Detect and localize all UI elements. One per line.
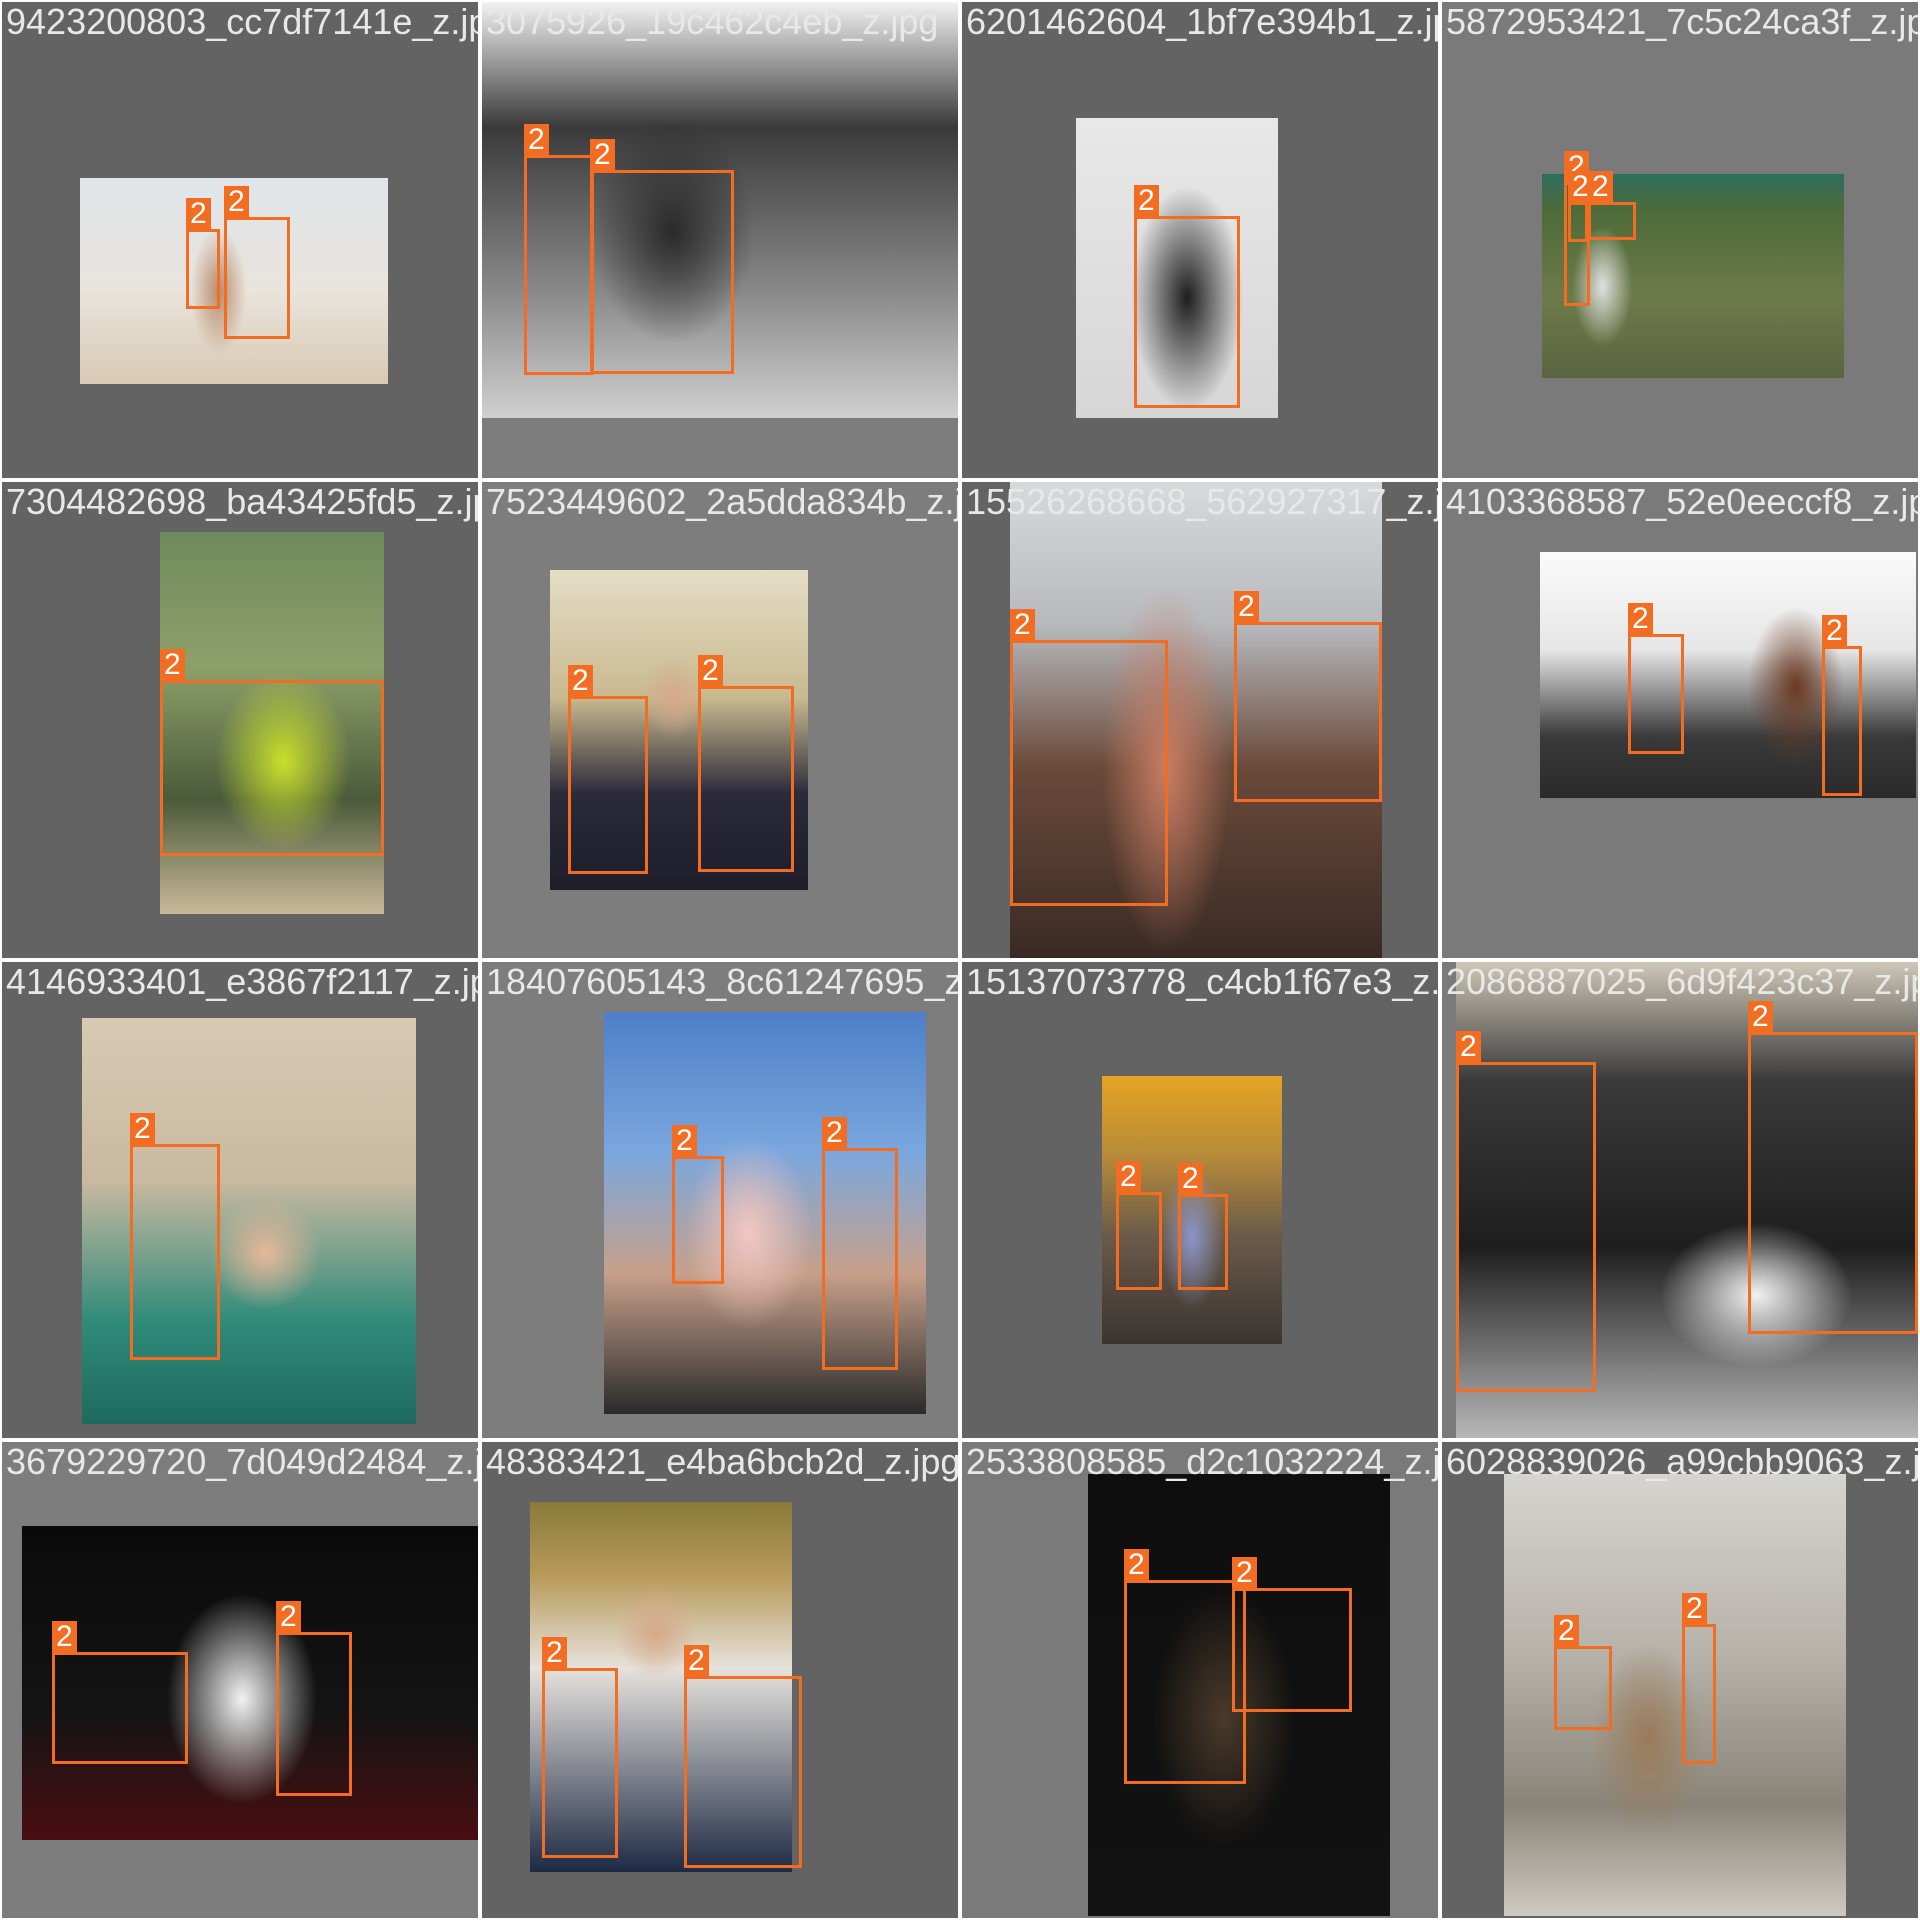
box-label: 2 [1178,1163,1203,1195]
detection-box: 2 [1568,171,1593,242]
image-caption: 15137073778_c4cb1f67e3_z.jpg [966,962,1438,1002]
box-label: 2 [672,1125,697,1157]
detection-box: 2 [1628,603,1684,754]
detection-box: 2 [672,1125,724,1284]
detection-box: 2 [1588,171,1636,240]
tile-3: 2 6201462604_1bf7e394b1_z.jpg [962,2,1438,478]
tile-9: 2 4146933401_e3867f2117_z.jpg [2,962,478,1438]
detection-box: 2 [1682,1593,1716,1764]
box-label: 2 [160,649,185,681]
detection-box: 2 [590,139,734,374]
detection-box: 2 [224,186,290,339]
tile-10: 2 2 18407605143_8c61247695_z.jpg [482,962,958,1438]
detection-box: 2 [1748,1001,1918,1334]
tile-13: 2 2 3679229720_7d049d2484_z.jpg [2,1442,478,1918]
tile-4: 2 2 2 5872953421_7c5c24ca3f_z.jpg [1442,2,1918,478]
tile-8: 2 2 4103368587_52e0eeccf8_z.jpg [1442,482,1918,958]
image-caption: 3679229720_7d049d2484_z.jpg [6,1442,478,1482]
detection-box: 2 [1822,615,1862,796]
detection-box: 2 [542,1637,618,1858]
image-caption: 4103368587_52e0eeccf8_z.jpg [1446,482,1918,522]
tile-11: 2 2 15137073778_c4cb1f67e3_z.jpg [962,962,1438,1438]
box-label: 2 [684,1645,709,1677]
image-caption: 15526268668_562927317_z.jpg [966,482,1438,522]
box-label: 2 [186,198,211,230]
box-label: 2 [590,139,615,171]
image-caption: 2086887025_6d9f423c37_z.jpg [1446,962,1918,1002]
image-caption: 3075926_19c462c4eb_z.jpg [486,2,939,42]
box-label: 2 [1124,1549,1149,1581]
detection-box: 2 [568,665,648,874]
detection-box: 2 [1554,1615,1612,1730]
detection-box: 2 [1134,185,1240,408]
detection-box: 2 [1232,1557,1352,1712]
image-caption: 7304482698_ba43425fd5_z.jpg [6,482,478,522]
tile-12: 2 2 2086887025_6d9f423c37_z.jpg [1442,962,1918,1438]
detection-box: 2 [1234,591,1382,802]
box-label: 2 [524,124,549,156]
tile-14: 2 2 48383421_e4ba6bcb2d_z.jpg [482,1442,958,1918]
box-label: 2 [1588,171,1613,203]
box-label: 2 [1456,1031,1481,1063]
image-caption: 6028839026_a99cbb9063_z.jpg [1446,1442,1918,1482]
box-label: 2 [1116,1161,1141,1193]
box-label: 2 [822,1117,847,1149]
tile-1: 2 2 9423200803_cc7df7141e_z.jpg [2,2,478,478]
mosaic-grid: 2 2 9423200803_cc7df7141e_z.jpg 2 2 3075… [0,0,1920,1920]
detection-box: 2 [684,1645,802,1868]
box-label: 2 [568,665,593,697]
detection-box: 2 [1116,1161,1162,1290]
detection-box: 2 [1178,1163,1228,1290]
box-label: 2 [52,1621,77,1653]
box-label: 2 [1682,1593,1707,1625]
image-caption: 9423200803_cc7df7141e_z.jpg [6,2,478,42]
tile-16: 2 2 6028839026_a99cbb9063_z.jpg [1442,1442,1918,1918]
detection-box: 2 [1124,1549,1246,1784]
box-label: 2 [276,1601,301,1633]
box-label: 2 [1134,185,1159,217]
box-label: 2 [1822,615,1847,647]
box-label: 2 [1234,591,1259,623]
detection-box: 2 [524,124,594,375]
detection-box: 2 [186,198,220,309]
tile-6: 2 2 7523449602_2a5dda834b_z.jpg [482,482,958,958]
box-label: 2 [1628,603,1653,635]
detection-box: 2 [130,1113,220,1360]
box-label: 2 [1232,1557,1257,1589]
detection-box: 2 [1010,609,1168,906]
box-label: 2 [1748,1001,1773,1033]
image-caption: 4146933401_e3867f2117_z.jpg [6,962,478,1002]
box-label: 2 [542,1637,567,1669]
box-label: 2 [698,655,723,687]
image-caption: 6201462604_1bf7e394b1_z.jpg [966,2,1438,42]
detection-box: 2 [1456,1031,1596,1392]
box-label: 2 [1554,1615,1579,1647]
box-label: 2 [1010,609,1035,641]
tile-7: 2 2 15526268668_562927317_z.jpg [962,482,1438,958]
detection-box: 2 [52,1621,188,1764]
tile-15: 2 2 2533808585_d2c1032224_z.jpg [962,1442,1438,1918]
detection-box: 2 [822,1117,898,1370]
image-caption: 18407605143_8c61247695_z.jpg [486,962,958,1002]
box-label: 2 [224,186,249,218]
detection-box: 2 [276,1601,352,1796]
image-caption: 48383421_e4ba6bcb2d_z.jpg [486,1442,958,1482]
tile-2: 2 2 3075926_19c462c4eb_z.jpg [482,2,958,478]
box-label: 2 [130,1113,155,1145]
detection-box: 2 [698,655,794,872]
image-caption: 7523449602_2a5dda834b_z.jpg [486,482,958,522]
detection-box: 2 [160,649,384,856]
tile-5: 2 7304482698_ba43425fd5_z.jpg [2,482,478,958]
image-caption: 2533808585_d2c1032224_z.jpg [966,1442,1438,1482]
image-caption: 5872953421_7c5c24ca3f_z.jpg [1446,2,1918,42]
